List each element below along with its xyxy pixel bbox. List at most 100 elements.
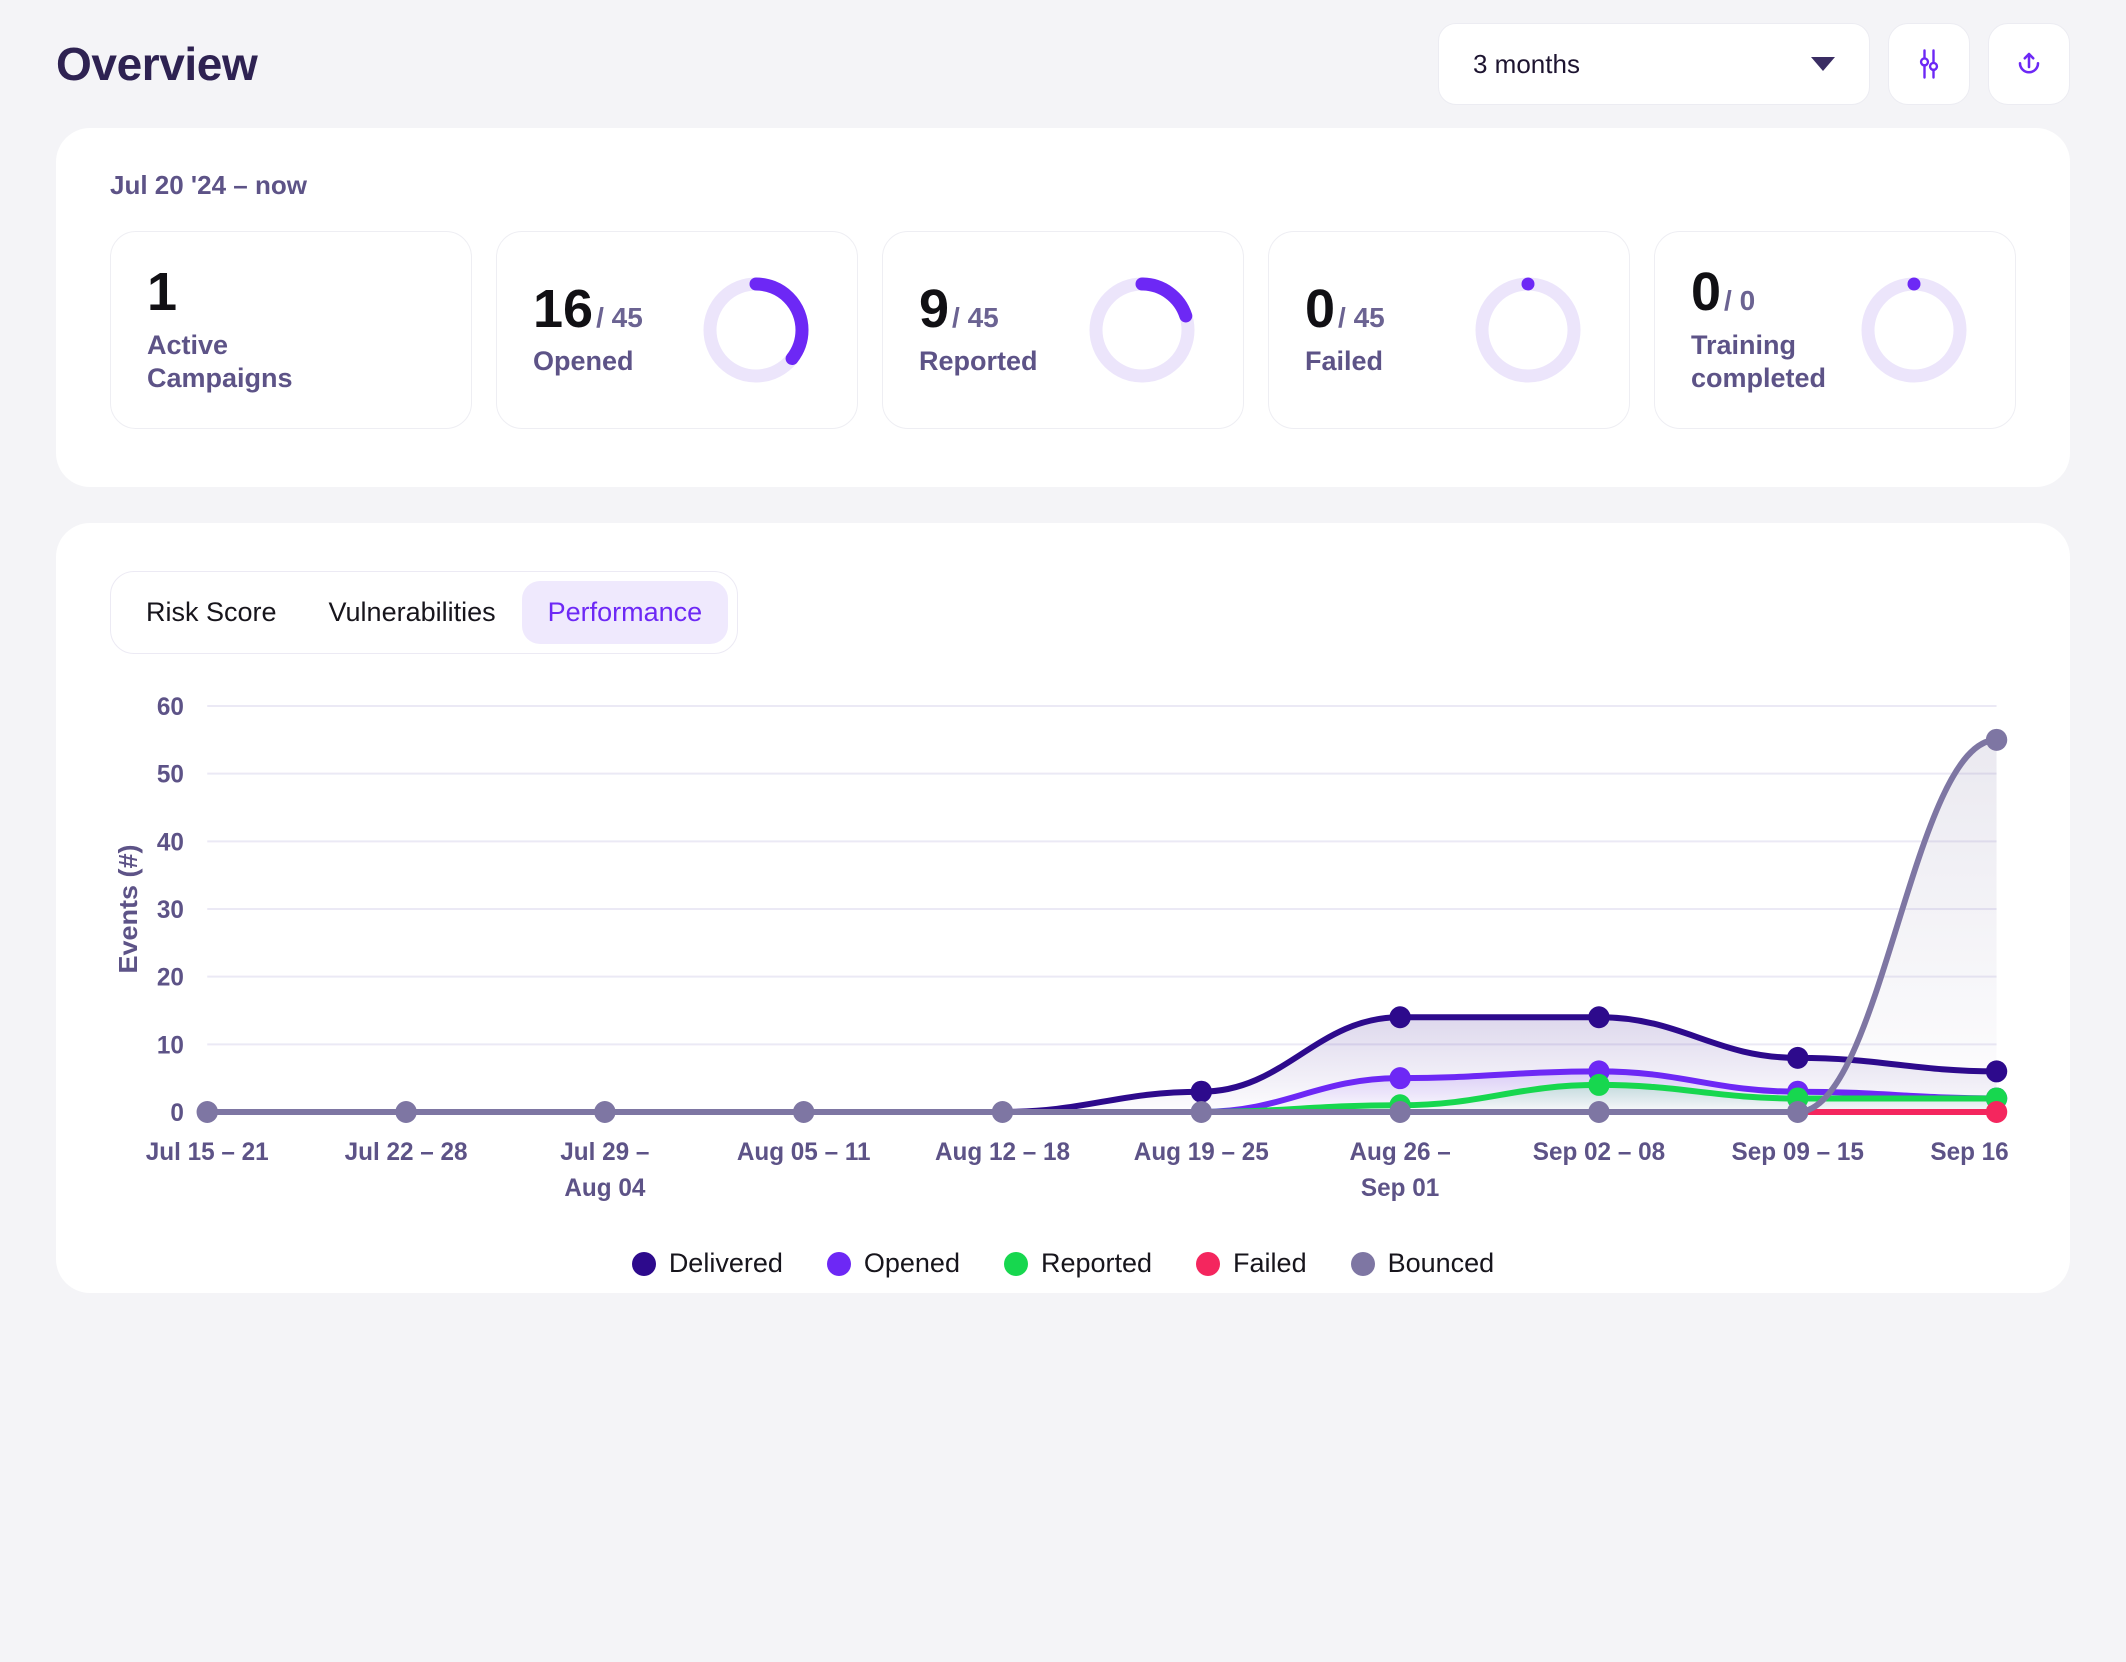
page-title: Overview	[56, 38, 258, 90]
legend-color-dot	[631, 1251, 656, 1276]
legend-item[interactable]: Opened	[826, 1248, 960, 1279]
kpi-card: 1 Active Campaigns	[110, 231, 472, 429]
export-upload-icon	[2018, 52, 2040, 74]
period-select-value: 3 months	[1473, 48, 1580, 79]
kpi-card: 0/ 0 Training completed	[1654, 231, 2016, 429]
kpi-value-line: 9/ 45	[919, 281, 1038, 338]
legend-item[interactable]: Reported	[1003, 1248, 1153, 1279]
svg-text:30: 30	[157, 897, 184, 924]
kpi-card-text: 9/ 45 Reported	[919, 281, 1038, 379]
kpi-card-text: 0/ 0 Training completed	[1691, 264, 1839, 396]
kpi-value-line: 0/ 45	[1305, 281, 1385, 338]
svg-text:Sep 09 – 15: Sep 09 – 15	[1732, 1139, 1865, 1166]
chart-legend: Delivered Opened Reported Failed Bounced	[110, 1248, 2016, 1279]
svg-text:Jul 15 – 21: Jul 15 – 21	[146, 1139, 269, 1166]
tab-vulnerabilities[interactable]: Vulnerabilities	[303, 581, 522, 644]
legend-color-dot	[826, 1251, 851, 1276]
kpi-card-text: 1 Active Campaigns	[147, 264, 377, 396]
kpi-value-line: 1	[147, 264, 377, 321]
chart-tab-group: Risk Score Vulnerabilities Performance	[110, 571, 739, 654]
kpi-card: 16/ 45 Opened	[496, 231, 858, 429]
data-point[interactable]	[1389, 1006, 1411, 1029]
svg-text:Aug 26 –Sep 01: Aug 26 – Sep 01	[1349, 1139, 1450, 1202]
kpi-panel: Jul 20 '24 – now 1 Active Campaigns 16/ 45…	[56, 128, 2070, 487]
data-point[interactable]	[1985, 728, 2008, 751]
filter-settings-button[interactable]	[1888, 23, 1970, 105]
data-point[interactable]	[1985, 1060, 2008, 1083]
data-point[interactable]	[1588, 1073, 1610, 1096]
kpi-value-line: 16/ 45	[533, 281, 643, 338]
period-select[interactable]: 3 months	[1438, 23, 1870, 105]
data-point[interactable]	[1190, 1080, 1213, 1103]
data-point[interactable]	[1787, 1101, 1809, 1123]
kpi-card-text: 16/ 45 Opened	[533, 281, 643, 379]
legend-label: Bounced	[1387, 1248, 1495, 1278]
svg-text:Aug 05 – 11: Aug 05 – 11	[737, 1139, 871, 1166]
performance-chart-svg: 0 10 20 30 40 50 60 Events (#) Jul 15 – 21 Jul 22…	[114, 694, 2016, 1202]
svg-text:Aug 12 – 18: Aug 12 – 18	[935, 1139, 1070, 1166]
data-point[interactable]	[1787, 1046, 1809, 1069]
svg-text:Sep 16 – 22: Sep 16 – 22	[1930, 1139, 2016, 1166]
legend-color-dot	[1003, 1251, 1028, 1276]
data-point[interactable]	[1389, 1067, 1411, 1090]
kpi-total: / 45	[596, 301, 643, 333]
kpi-value-line: 0/ 0	[1691, 264, 1839, 321]
kpi-progress-ring	[703, 277, 809, 383]
svg-text:Aug 19 – 25: Aug 19 – 25	[1134, 1139, 1269, 1166]
data-point[interactable]	[196, 1101, 218, 1123]
data-point[interactable]	[1985, 1101, 2008, 1123]
page-header: Overview 3 months	[56, 0, 2070, 128]
data-point[interactable]	[395, 1101, 417, 1123]
legend-label: Reported	[1040, 1248, 1153, 1278]
data-point[interactable]	[594, 1101, 616, 1123]
kpi-value: 9	[919, 278, 950, 339]
legend-label: Opened	[863, 1248, 960, 1278]
svg-text:Jul 29 –Aug 04: Jul 29 – Aug 04	[560, 1139, 649, 1202]
performance-chart: 0 10 20 30 40 50 60 Events (#) Jul 15 – 21 Jul 22…	[110, 684, 2016, 1244]
kpi-label: Active Campaigns	[147, 329, 293, 394]
legend-color-dot	[1196, 1251, 1221, 1276]
header-controls: 3 months	[1438, 23, 2070, 105]
kpi-progress-ring	[1861, 277, 1967, 383]
data-point[interactable]	[1588, 1101, 1610, 1123]
svg-text:0: 0	[170, 1100, 184, 1127]
legend-color-dot	[1350, 1251, 1375, 1276]
svg-text:Jul 22 – 28: Jul 22 – 28	[345, 1139, 468, 1166]
data-point[interactable]	[1190, 1101, 1213, 1123]
svg-text:20: 20	[157, 964, 184, 991]
legend-item[interactable]: Failed	[1196, 1248, 1307, 1279]
kpi-total: / 45	[952, 301, 999, 333]
data-point[interactable]	[991, 1101, 1014, 1123]
tab-performance[interactable]: Performance	[521, 581, 729, 644]
overview-page: Overview 3 months Jul 20 '24 – now 1 Act…	[0, 0, 2126, 1662]
kpi-value: 16	[533, 278, 594, 339]
kpi-value: 0	[1305, 278, 1336, 339]
legend-item[interactable]: Bounced	[1350, 1248, 1495, 1279]
export-button[interactable]	[1988, 23, 2070, 105]
data-point[interactable]	[792, 1101, 815, 1123]
kpi-label: Training completed	[1691, 329, 1827, 394]
kpi-card: 9/ 45 Reported	[882, 231, 1244, 429]
sliders-icon	[1919, 49, 1939, 79]
kpi-value: 1	[147, 261, 178, 322]
kpi-value: 0	[1691, 261, 1722, 322]
data-point[interactable]	[1588, 1006, 1610, 1029]
kpi-label: Opened	[533, 346, 634, 377]
kpi-card-list: 1 Active Campaigns 16/ 45 Opened 9/ 45 Report…	[110, 231, 2016, 429]
chevron-down-icon	[1811, 57, 1835, 71]
kpi-label: Reported	[919, 346, 1038, 377]
performance-panel: Risk Score Vulnerabilities Performance 0 10…	[56, 523, 2070, 1293]
kpi-total: / 0	[1724, 284, 1756, 316]
svg-text:10: 10	[157, 1032, 184, 1059]
svg-text:Sep 02 – 08: Sep 02 – 08	[1533, 1139, 1665, 1166]
kpi-card: 0/ 45 Failed	[1268, 231, 1630, 429]
kpi-progress-ring	[1475, 277, 1581, 383]
kpi-card-text: 0/ 45 Failed	[1305, 281, 1385, 379]
tab-risk-score[interactable]: Risk Score	[120, 581, 303, 644]
svg-text:Events (#): Events (#)	[114, 844, 144, 973]
legend-item[interactable]: Delivered	[631, 1248, 783, 1279]
legend-label: Delivered	[668, 1248, 783, 1278]
svg-text:40: 40	[157, 829, 184, 856]
kpi-progress-ring	[1089, 277, 1195, 383]
data-point[interactable]	[1389, 1101, 1411, 1123]
